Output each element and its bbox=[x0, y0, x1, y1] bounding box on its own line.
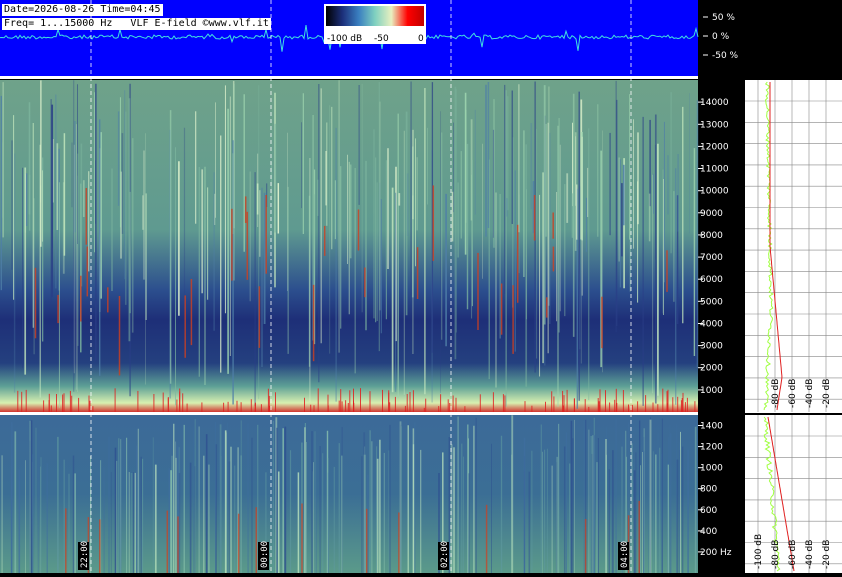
frequency-tick-label: 6000 bbox=[700, 275, 723, 285]
spectrum-db-label: -40 dB bbox=[805, 379, 815, 408]
upper-spectrum-background bbox=[745, 80, 842, 413]
spectrum-db-label: -40 dB bbox=[805, 540, 815, 569]
frequency-tick-label: 1000 bbox=[700, 464, 723, 474]
spectrum-db-label: -80 dB bbox=[771, 379, 781, 408]
spectrum-db-label: -80 dB bbox=[771, 540, 781, 569]
lower-spectrogram bbox=[0, 415, 698, 573]
frequency-tick-label: 3000 bbox=[700, 342, 723, 352]
frequency-tick-label: 1200 bbox=[700, 443, 723, 453]
lower-frequency-axis: 1400 1200 1000 800 600 400 200 Hz bbox=[698, 422, 732, 558]
time-label: 00:00 bbox=[260, 541, 270, 568]
upper-spectrum-panel: -80 dB -60 dB -40 dB -20 dB bbox=[745, 80, 842, 413]
frequency-tick-label: 5000 bbox=[700, 297, 723, 307]
frequency-tick-label: 12000 bbox=[700, 142, 729, 152]
upper-frequency-axis: 14000 13000 12000 11000 10000 9000 8000 7000 600… bbox=[698, 98, 729, 396]
time-label: 02:00 bbox=[440, 541, 450, 568]
lower-spectrum-panel: -100 dB -80 dB -60 dB -40 dB -20 dB bbox=[745, 415, 842, 573]
upper-spectrogram bbox=[0, 80, 699, 413]
colorbar-gradient bbox=[326, 6, 424, 26]
spectrum-db-label: -100 dB bbox=[754, 534, 764, 569]
spectrum-db-label: -20 dB bbox=[822, 379, 832, 408]
time-label: 22:00 bbox=[80, 541, 90, 568]
frequency-tick-label: 2000 bbox=[700, 364, 723, 374]
colorbar-legend: -100 dB -50 0 bbox=[324, 4, 426, 44]
frequency-tick-label: 7000 bbox=[700, 253, 723, 263]
frequency-tick-label: 10000 bbox=[700, 187, 729, 197]
frequency-tick-label: 14000 bbox=[700, 98, 729, 108]
vlf-spectrogram-display: -100 dB -50 0 50 % 0 % -50 % 14000 13000 1… bbox=[0, 0, 842, 573]
frequency-tick-label: 200 Hz bbox=[700, 548, 732, 558]
waveform-scale-0: 0 % bbox=[712, 32, 730, 42]
frequency-tick-label: 400 bbox=[700, 527, 717, 537]
date-time-info: Date=2026-08-26 Time=04:45 bbox=[2, 4, 163, 16]
time-label: 04:00 bbox=[620, 541, 630, 568]
frequency-tick-label: 4000 bbox=[700, 320, 723, 330]
spectrum-db-label: -60 dB bbox=[788, 379, 798, 408]
frequency-tick-label: 9000 bbox=[700, 209, 723, 219]
frequency-tick-label: 1000 bbox=[700, 386, 723, 396]
panel-divider bbox=[0, 412, 698, 415]
spectrum-db-label: -60 dB bbox=[788, 540, 798, 569]
waveform-scale-50: 50 % bbox=[712, 13, 735, 23]
frequency-tick-label: 1400 bbox=[700, 422, 723, 432]
frequency-tick-label: 8000 bbox=[700, 231, 723, 241]
frequency-tick-label: 600 bbox=[700, 506, 717, 516]
frequency-tick-label: 13000 bbox=[700, 120, 729, 130]
frequency-tick-label: 800 bbox=[700, 485, 717, 495]
frequency-tick-label: 11000 bbox=[700, 165, 729, 175]
colorbar-label-max: 0 bbox=[418, 34, 424, 44]
colorbar-label-mid: -50 bbox=[374, 34, 389, 44]
waveform-scale-neg50: -50 % bbox=[712, 51, 739, 61]
frequency-info: Freq= 1...15000 Hz VLF E-field ©www.vlf.… bbox=[2, 18, 271, 30]
waveform-divider bbox=[0, 76, 698, 79]
spectrum-db-label: -20 dB bbox=[822, 540, 832, 569]
colorbar-label-min: -100 dB bbox=[327, 34, 362, 44]
waveform-scale: 50 % 0 % -50 % bbox=[703, 13, 739, 61]
